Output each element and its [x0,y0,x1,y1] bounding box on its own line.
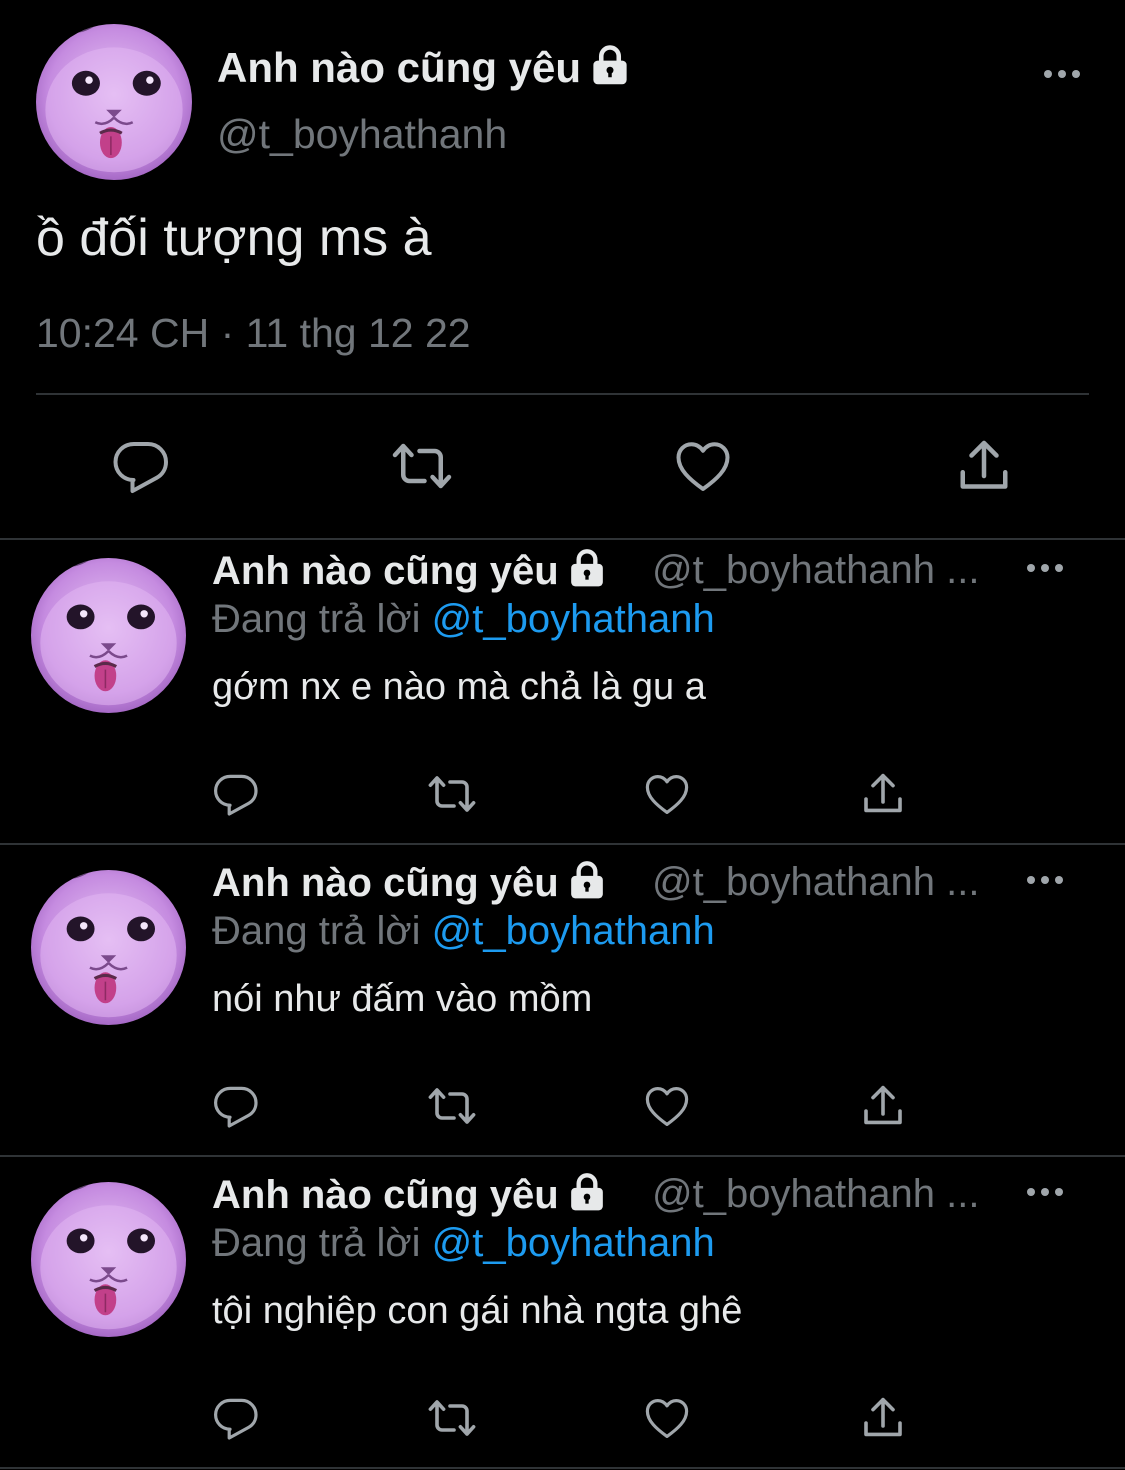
reply-icon[interactable] [111,436,171,496]
retweet-icon[interactable] [426,770,478,818]
tweet-text: nói như đấm vào mồm [212,978,593,1020]
share-icon[interactable] [858,1394,908,1442]
more-icon[interactable] [1025,874,1065,886]
lock-icon [567,860,607,900]
display-name[interactable]: Anh nào cũng yêu [212,860,607,906]
user-handle[interactable]: @t_boyhathanh ... [652,1172,980,1217]
divider [0,1155,1125,1157]
reply-tweet[interactable]: Anh nào cũng yêu @t_boyhathanh ... Đang … [0,540,1125,842]
lock-icon [567,1172,607,1212]
user-handle[interactable]: @t_boyhathanh ... [652,548,980,593]
heart-icon[interactable] [642,1394,692,1442]
avatar[interactable] [31,870,186,1025]
lock-icon [589,44,631,86]
divider [0,843,1125,845]
user-handle[interactable]: @t_boyhathanh ... [652,860,980,905]
replying-to: Đang trả lời @t_boyhathanh [212,597,715,642]
retweet-icon[interactable] [426,1082,478,1130]
display-name-text: Anh nào cũng yêu [212,861,559,905]
replying-prefix: Đang trả lời [212,1221,432,1265]
reply-tweet[interactable]: Anh nào cũng yêu @t_boyhathanh ... Đang … [0,852,1125,1154]
replying-prefix: Đang trả lời [212,597,432,641]
reply-icon[interactable] [212,770,260,818]
tweet-text: ồ đối tượng ms à [36,209,432,267]
share-icon[interactable] [858,770,908,818]
display-name[interactable]: Anh nào cũng yêu [212,1172,607,1218]
avatar[interactable] [31,1182,186,1337]
mention-link[interactable]: @t_boyhathanh [432,1221,715,1265]
mention-link[interactable]: @t_boyhathanh [432,597,715,641]
share-icon[interactable] [858,1082,908,1130]
mention-link[interactable]: @t_boyhathanh [432,909,715,953]
more-icon[interactable] [1025,562,1065,574]
avatar[interactable] [31,558,186,713]
more-icon[interactable] [1025,1186,1065,1198]
retweet-icon[interactable] [426,1394,478,1442]
heart-icon[interactable] [642,1082,692,1130]
divider [36,393,1089,395]
replying-to: Đang trả lời @t_boyhathanh [212,1221,715,1266]
heart-icon[interactable] [672,436,734,496]
user-handle[interactable]: @t_boyhathanh [217,111,507,158]
reply-tweet[interactable]: Anh nào cũng yêu @t_boyhathanh ... Đang … [0,1164,1125,1466]
display-name-text: Anh nào cũng yêu [212,549,559,593]
tweet-text: gớm nx e nào mà chả là gu a [212,666,706,708]
replying-to: Đang trả lời @t_boyhathanh [212,909,715,954]
timestamp[interactable]: 10:24 CH · 11 thg 12 22 [36,310,471,357]
lock-icon [567,548,607,588]
replying-prefix: Đang trả lời [212,909,432,953]
main-tweet: Anh nào cũng yêu @t_boyhathanh ồ đối tượ… [0,0,1125,540]
avatar[interactable] [36,24,192,180]
display-name[interactable]: Anh nào cũng yêu [217,44,631,92]
display-name[interactable]: Anh nào cũng yêu [212,548,607,594]
retweet-icon[interactable] [390,436,454,496]
heart-icon[interactable] [642,770,692,818]
share-icon[interactable] [953,436,1015,496]
display-name-text: Anh nào cũng yêu [212,1173,559,1217]
more-icon[interactable] [1042,68,1082,80]
reply-icon[interactable] [212,1082,260,1130]
tweet-text: tội nghiệp con gái nhà ngta ghê [212,1290,743,1332]
divider [0,1467,1125,1469]
display-name-text: Anh nào cũng yêu [217,44,582,91]
reply-icon[interactable] [212,1394,260,1442]
